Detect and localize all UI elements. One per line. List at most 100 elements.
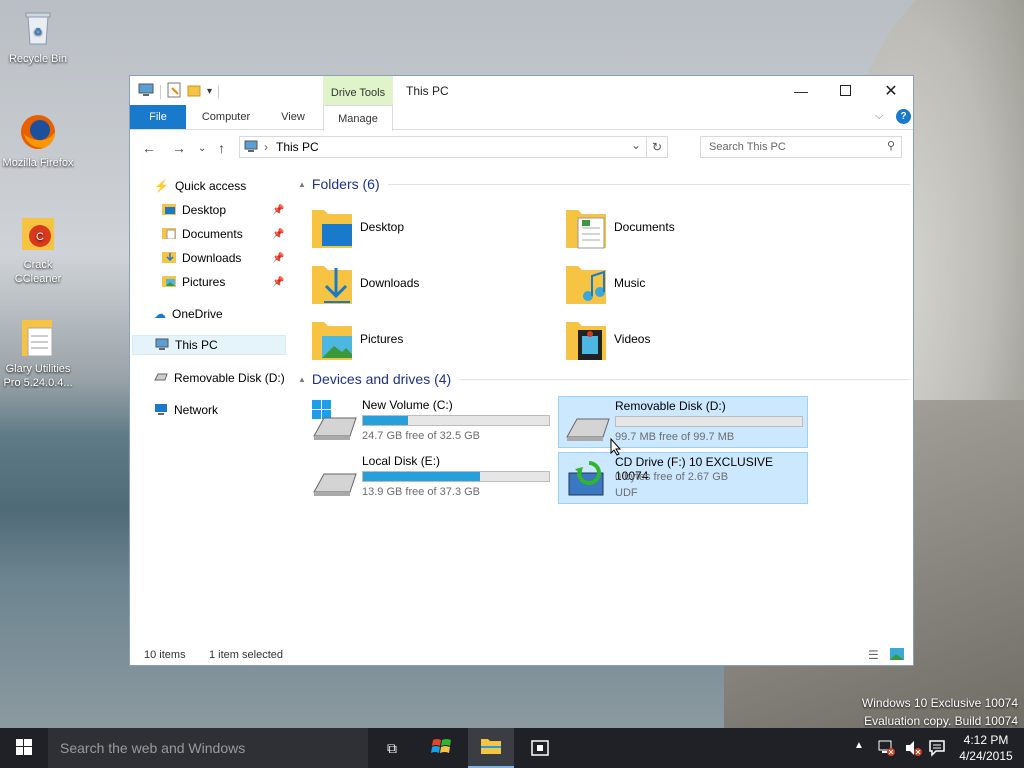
documents-folder-icon [162,227,176,242]
documents-folder-icon [564,204,608,250]
up-button[interactable]: ↑ [218,140,225,156]
back-button[interactable]: ← [142,140,156,156]
tab-view[interactable]: View [270,105,316,129]
nav-pinned-pictures[interactable]: Pictures 📌 [162,272,286,292]
folder-documents[interactable]: Documents [564,202,675,252]
drive-f[interactable]: CD Drive (F:) 10 EXCLUSIVE 10074 0 bytes… [558,452,808,504]
nav-quick-access[interactable]: ⚡ Quick access [154,176,246,196]
help-icon[interactable]: ? [896,109,911,124]
folders-group-header[interactable]: ▲ Folders (6) [298,176,910,192]
address-bar[interactable]: › This PC ⌄ ↻ [239,136,668,158]
pin-icon[interactable]: 📌 [272,277,284,288]
drive-e[interactable]: Local Disk (E:) 13.9 GB free of 37.3 GB [306,452,550,502]
start-button[interactable] [0,728,48,768]
nav-pinned-documents[interactable]: Documents 📌 [162,224,286,244]
divider [459,378,910,380]
windows-logo-icon [16,738,32,758]
taskbar-file-explorer[interactable] [468,728,514,768]
nav-removable-disk[interactable]: Removable Disk (D:) [154,368,285,388]
nav-label: Quick access [174,179,247,193]
task-view-button[interactable]: ⧉ [372,728,412,768]
search-box[interactable]: Search This PC ⚲ [700,136,902,158]
watermark-line: Windows 10 Exclusive 10074 [861,696,1018,710]
nav-label: Downloads [182,251,242,265]
breadcrumb[interactable]: This PC [276,140,319,154]
details-view-icon[interactable]: ☰ [868,648,879,662]
desktop-icon-ccleaner[interactable]: C Crack CCleaner [0,214,76,286]
taskbar-xp-app[interactable] [420,728,464,768]
folder-downloads[interactable]: Downloads [310,258,419,308]
clock[interactable]: 4:12 PM 4/24/2015 [954,732,1018,764]
maximize-button[interactable] [822,76,868,105]
new-folder-icon[interactable] [187,83,201,100]
folder-videos[interactable]: Videos [564,314,650,364]
drive-free-space: 0 bytes free of 2.67 GB [615,471,729,483]
desktop-icon-glary[interactable]: Glary Utilities Pro 5.24.0.4... [0,318,76,390]
nav-label: This PC [175,338,218,352]
cd-drive-icon [567,459,607,502]
nav-pinned-desktop[interactable]: Desktop 📌 [162,200,286,220]
network-status-icon[interactable] [878,739,896,760]
svg-text:C: C [36,231,44,243]
desktop-icon-label: Mozilla Firefox [2,157,74,169]
nav-label: OneDrive [172,307,223,321]
store-icon [530,737,550,760]
computer-icon[interactable] [138,83,154,100]
folder-pictures[interactable]: Pictures [310,314,403,364]
tab-computer[interactable]: Computer [196,105,256,129]
pin-icon[interactable]: 📌 [272,205,284,216]
this-pc-icon [244,140,258,155]
ccleaner-icon: C [18,214,58,254]
network-icon [154,403,168,418]
glary-utilities-icon [18,318,58,358]
desktop-folder-icon [162,203,176,218]
desktop-icon-recycle-bin[interactable]: ♻ Recycle Bin [0,8,76,66]
recent-locations-chevron-icon[interactable]: ⌄ [198,143,206,154]
pin-icon[interactable]: 📌 [272,253,284,264]
drive-tools-context-label: Drive Tools [323,76,393,105]
pin-icon[interactable]: 📌 [272,229,284,240]
expand-ribbon-icon[interactable]: ⌵ [875,110,883,123]
drive-free-space: 99.7 MB free of 99.7 MB [615,431,735,443]
chevron-down-icon[interactable]: ▾ [207,86,212,97]
taskbar-search-input[interactable]: Search the web and Windows [48,728,368,768]
drive-d[interactable]: Removable Disk (D:) 99.7 MB free of 99.7… [558,396,808,448]
divider [387,183,910,185]
folder-label: Pictures [360,332,404,346]
search-icon[interactable]: ⚲ [887,139,895,152]
drive-filesystem: UDF [615,487,638,499]
divider [160,84,161,99]
large-icons-view-icon[interactable] [890,648,904,663]
content-pane: ▲ Folders (6) Desktop Documents Download… [290,166,910,636]
refresh-button[interactable]: ↻ [646,137,667,157]
nav-this-pc[interactable]: This PC [132,335,286,355]
folder-desktop[interactable]: Desktop [310,202,404,252]
taskbar-store-app[interactable] [518,728,562,768]
desktop-icon-firefox[interactable]: Mozilla Firefox [0,112,76,170]
nav-pinned-downloads[interactable]: Downloads 📌 [162,248,286,268]
nav-network[interactable]: Network [154,400,218,420]
close-button[interactable]: ✕ [868,76,914,105]
search-input[interactable]: Search This PC [709,141,786,153]
drive-c[interactable]: New Volume (C:) 24.7 GB free of 32.5 GB [306,396,550,446]
forward-button[interactable]: → [172,140,186,156]
removable-drive-icon [154,371,168,385]
drive-name: New Volume (C:) [362,398,453,412]
selection-count: 1 item selected [209,649,283,661]
address-dropdown-icon[interactable]: ⌄ [631,138,641,152]
tab-file[interactable]: File [130,105,186,129]
devices-group-header[interactable]: ▲ Devices and drives (4) [298,371,910,387]
properties-icon[interactable] [167,82,181,101]
nav-onedrive[interactable]: ☁ OneDrive [154,304,223,324]
downloads-folder-icon [162,251,176,266]
volume-muted-icon[interactable] [904,739,922,760]
drive-name: Removable Disk (D:) [615,399,726,413]
collapse-icon: ▲ [298,374,306,384]
tab-manage[interactable]: Manage [323,105,393,131]
minimize-button[interactable]: — [778,76,824,105]
folder-music[interactable]: Music [564,258,645,308]
show-hidden-icons-chevron-icon[interactable]: ▲ [854,740,864,751]
explorer-window: ▾ Drive Tools This PC — ✕ File Computer … [129,75,914,666]
file-explorer-icon [480,737,502,758]
action-center-icon[interactable] [928,739,946,760]
